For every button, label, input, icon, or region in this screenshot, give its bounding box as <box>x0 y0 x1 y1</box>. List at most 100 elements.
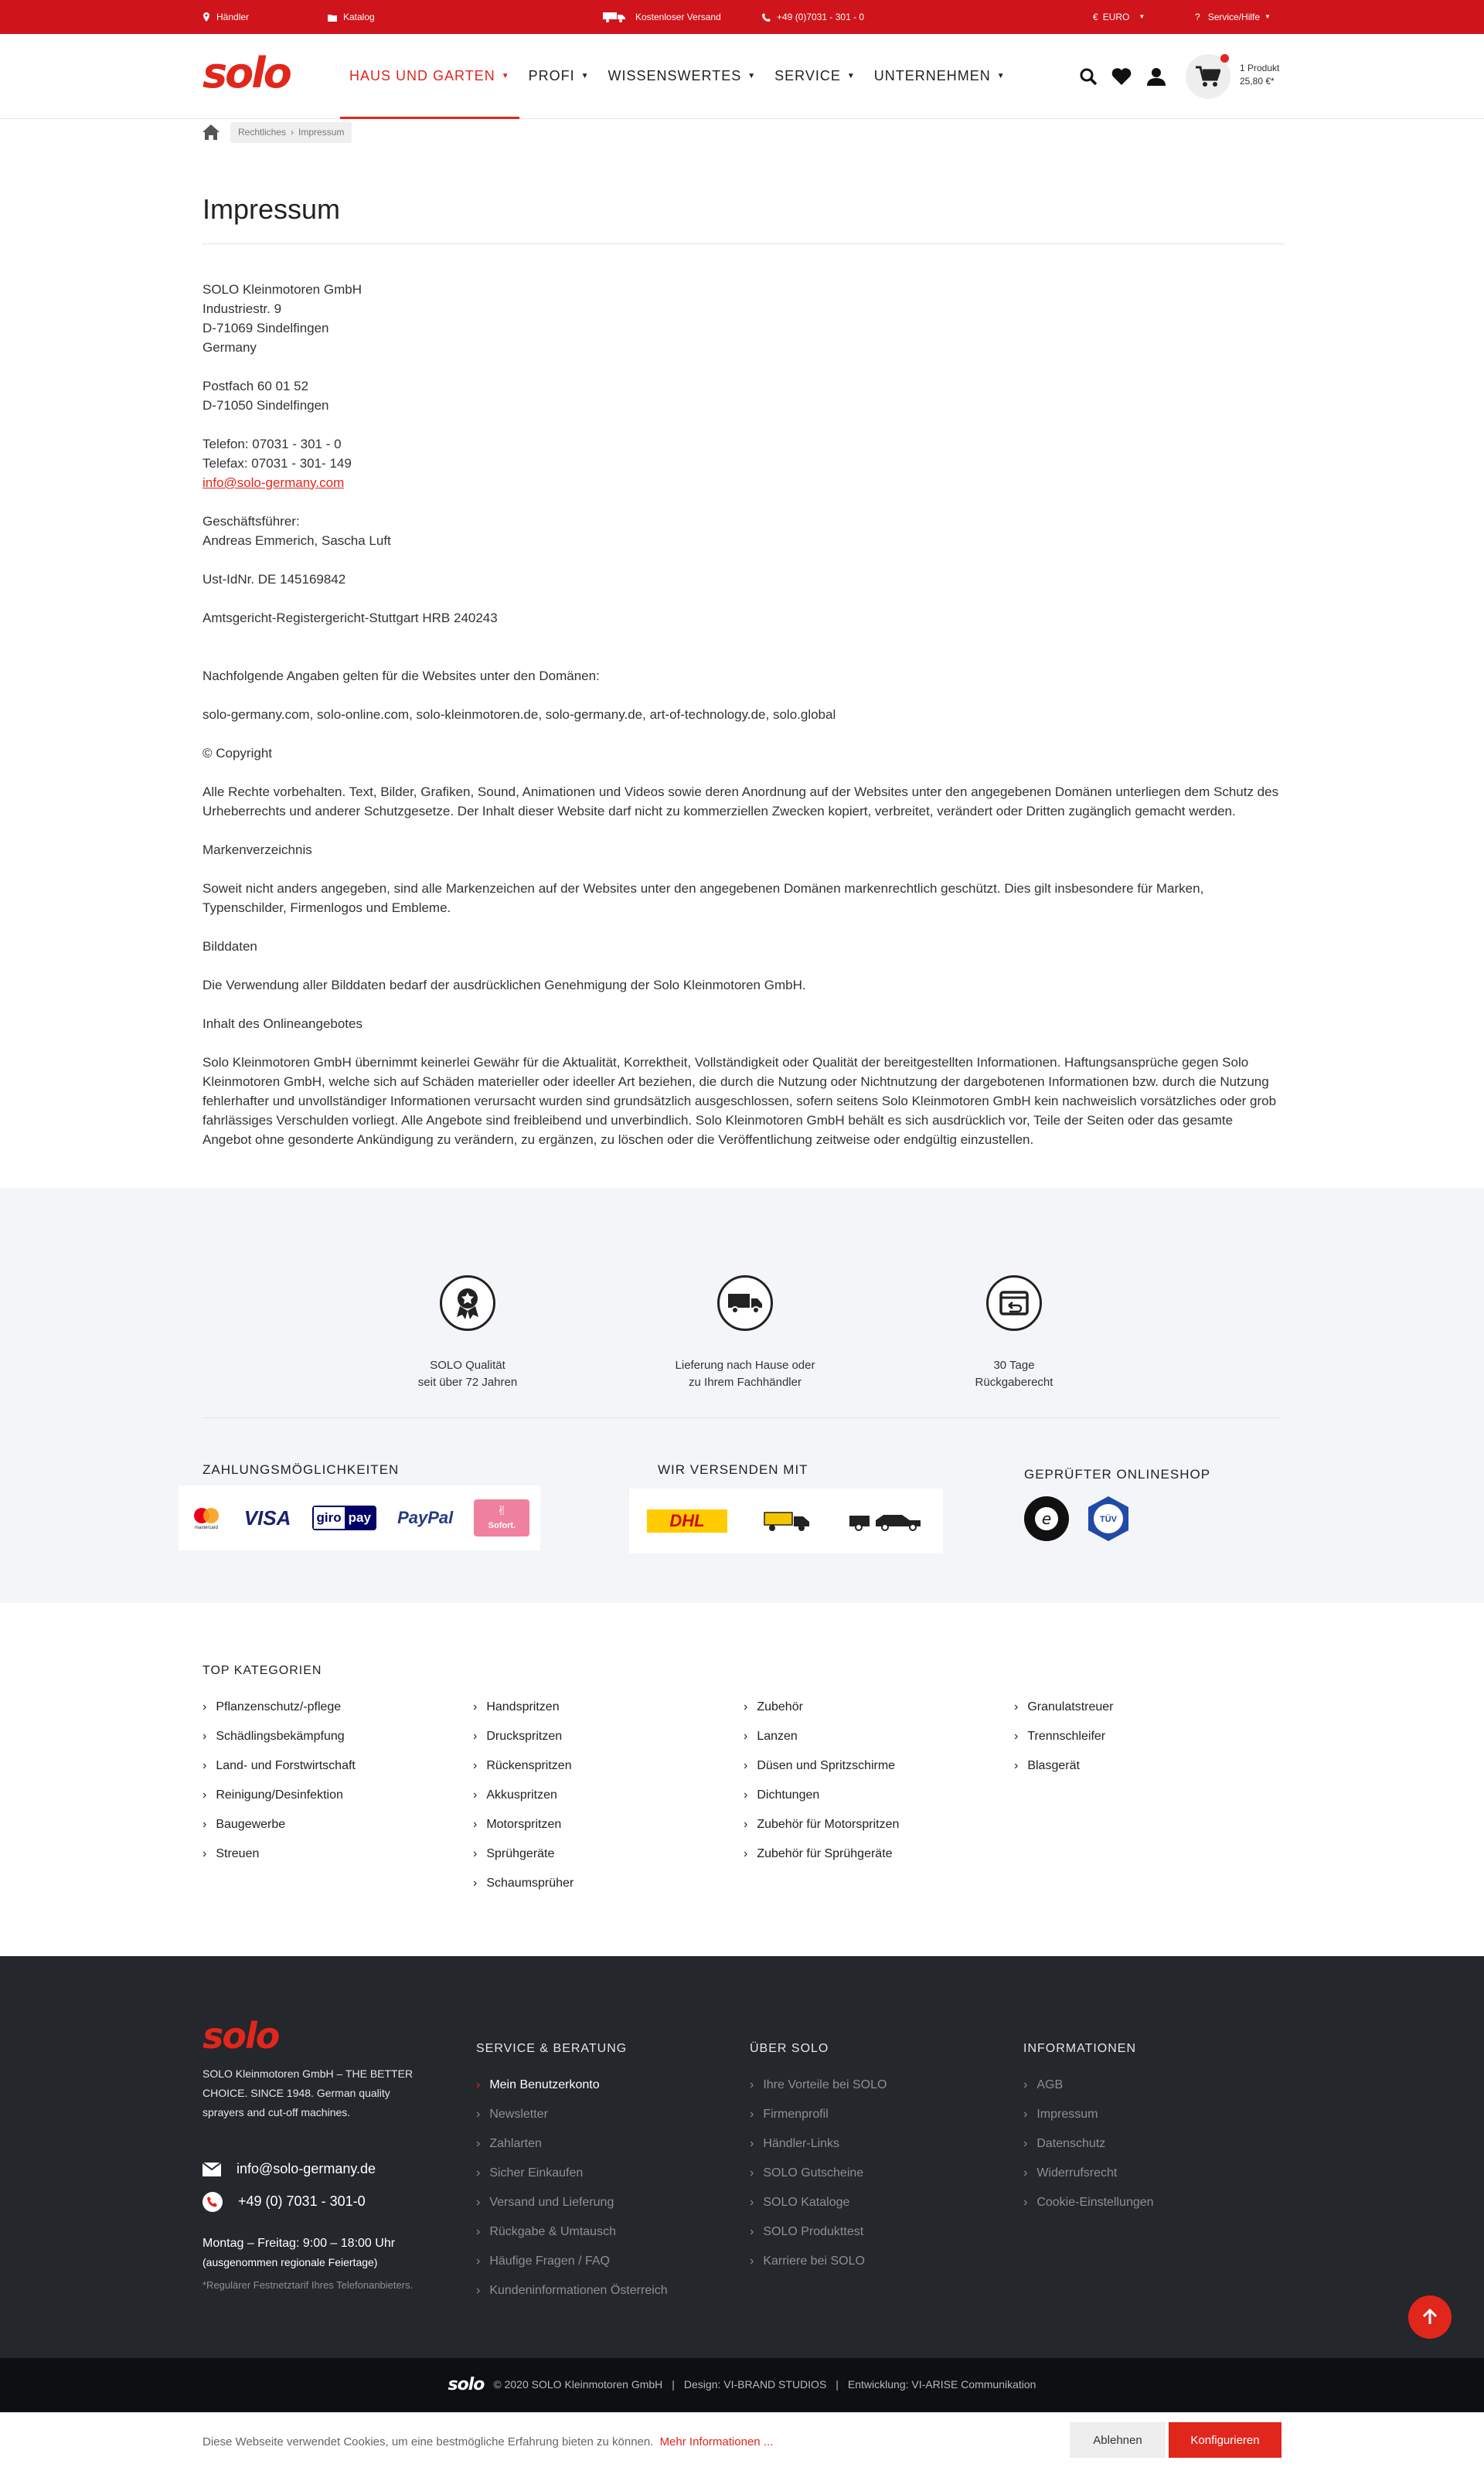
cookie-more-info-link[interactable]: Mehr Informationen ... <box>660 2435 774 2448</box>
tuev-badge[interactable]: TÜV <box>1085 1495 1132 1543</box>
scroll-to-top-button[interactable] <box>1408 2295 1452 2339</box>
footer-link[interactable]: AGB <box>1023 2076 1154 2105</box>
nav-unternehmen[interactable]: Unternehmen ▼ <box>865 34 1015 119</box>
truck-icon <box>603 12 625 22</box>
footer-link[interactable]: SOLO Gutscheine <box>750 2164 887 2193</box>
cart-button[interactable] <box>1186 54 1230 99</box>
home-icon[interactable] <box>203 124 220 141</box>
category-link[interactable]: Streuen <box>203 1845 473 1874</box>
cookie-configure-button[interactable]: Konfigurieren <box>1169 2422 1281 2458</box>
footer-column-ueber-solo: Über SOLO Ihre Vorteile bei SOLO Firmenp… <box>750 2040 887 2282</box>
footer-link[interactable]: Mein Benutzerkonto <box>476 2076 668 2105</box>
chevron-right-icon: › <box>291 127 294 138</box>
nav-profi[interactable]: Profi ▼ <box>519 34 599 119</box>
category-link[interactable]: Zubehör <box>744 1698 1014 1727</box>
nav-label: Service <box>774 68 841 84</box>
footer-link[interactable]: Firmenprofil <box>750 2105 887 2135</box>
footer-link[interactable]: SOLO Kataloge <box>750 2193 887 2223</box>
company-address: SOLO Kleinmotoren GmbH Industriestr. 9 D… <box>203 281 362 355</box>
question-icon: ? <box>1195 11 1200 22</box>
nav-wissenswertes[interactable]: Wissenswertes ▼ <box>599 34 766 119</box>
category-link[interactable]: Lanzen <box>744 1727 1014 1757</box>
feature-delivery: Lieferung nach Hause oder zu Ihrem Fachh… <box>645 1275 846 1391</box>
email-link[interactable]: info@solo-germany.com <box>203 475 344 490</box>
design-credit[interactable]: Design: VI-BRAND STUDIOS <box>684 2377 826 2394</box>
domains-list: solo-germany.com, solo-online.com, solo-… <box>203 706 836 722</box>
bottom-logo: solo <box>448 2374 485 2394</box>
currency-selector[interactable]: € EURO ▼ <box>1093 0 1145 34</box>
category-link[interactable]: Schädlingsbekämpfung <box>203 1727 473 1757</box>
category-link[interactable]: Zubehör für Sprühgeräte <box>744 1845 1014 1874</box>
footer-phone[interactable]: +49 (0) 7031 - 301-0 <box>203 2191 366 2213</box>
category-link[interactable]: Dichtungen <box>744 1786 1014 1816</box>
dealer-link[interactable]: Händler <box>203 0 249 34</box>
free-shipping-info: Kostenloser Versand <box>603 0 721 34</box>
category-link[interactable]: Baugewerbe <box>203 1816 473 1845</box>
footer-link[interactable]: Datenschutz <box>1023 2135 1154 2164</box>
cart-total: 25,80 €* <box>1240 76 1275 87</box>
category-link[interactable]: Schaumsprüher <box>473 1874 744 1904</box>
vat-id: Ust-IdNr. DE 145169842 <box>203 571 346 587</box>
breadcrumb-impressum[interactable]: Impressum <box>298 125 344 140</box>
phone-circle-icon <box>203 2191 223 2212</box>
category-link[interactable]: Sprühgeräte <box>473 1845 744 1874</box>
footer-logo[interactable]: solo <box>203 2018 280 2054</box>
category-link[interactable]: Reinigung/Desinfektion <box>203 1786 473 1816</box>
euro-icon: € <box>1093 11 1098 22</box>
footer-link[interactable]: Karriere bei SOLO <box>750 2252 887 2282</box>
footer-link[interactable]: SOLO Produkttest <box>750 2223 887 2252</box>
category-link[interactable]: Düsen und Spritzschirme <box>744 1757 1014 1786</box>
footer-link[interactable]: Newsletter <box>476 2105 668 2135</box>
category-link[interactable]: Zubehör für Motorspritzen <box>744 1816 1014 1845</box>
breadcrumb-trail: Rechtliches › Impressum <box>230 122 352 143</box>
footer-link[interactable]: Cookie-Einstellungen <box>1023 2193 1153 2223</box>
footer-link[interactable]: Widerrufsrecht <box>1023 2164 1154 2193</box>
footer-column-title: Über SOLO <box>750 2042 829 2055</box>
account-button[interactable] <box>1147 34 1166 119</box>
cookie-decline-button[interactable]: Ablehnen <box>1070 2422 1166 2458</box>
solo-logo[interactable]: solo <box>203 53 292 94</box>
footer-link[interactable]: Impressum <box>1023 2105 1154 2135</box>
category-link[interactable]: Rückenspritzen <box>473 1757 744 1786</box>
category-link[interactable]: Handspritzen <box>473 1698 744 1727</box>
phone-link[interactable]: +49 (0)7031 - 301 - 0 <box>762 0 864 34</box>
nav-label: Wissenswertes <box>608 68 742 84</box>
wishlist-button[interactable] <box>1111 34 1132 119</box>
footer-link[interactable]: Sicher Einkaufen <box>476 2164 668 2193</box>
verified-shop-title: Geprüfter Onlineshop <box>1024 1467 1211 1482</box>
copyright: © 2020 SOLO Kleinmotoren GmbH <box>493 2378 663 2391</box>
footer-link[interactable]: Häufige Fragen / FAQ <box>476 2252 668 2282</box>
category-link[interactable]: Blasgerät <box>1014 1757 1285 1786</box>
footer-email[interactable]: info@solo-germany.de <box>203 2159 376 2180</box>
nav-service[interactable]: Service ▼ <box>765 34 865 119</box>
catalog-link[interactable]: Katalog <box>328 0 375 34</box>
imprint-text: SOLO Kleinmotoren GmbH Industriestr. 9 D… <box>203 280 1285 1149</box>
category-link[interactable]: Land- und Forstwirtschaft <box>203 1757 473 1786</box>
footer-link[interactable]: Ihre Vorteile bei SOLO <box>750 2076 887 2105</box>
category-link[interactable]: Druckspritzen <box>473 1727 744 1757</box>
category-link[interactable]: Granulatstreuer <box>1014 1698 1285 1727</box>
peace-hand-icon: ✌ <box>496 1505 508 1519</box>
trademark-text: Soweit nicht anders angegeben, sind alle… <box>203 880 1204 915</box>
footer-link[interactable]: Händler-Links <box>750 2135 887 2164</box>
freight-truck-icon <box>764 1512 809 1531</box>
dev-credit[interactable]: Entwicklung: VI-ARISE Communikation <box>848 2377 1036 2394</box>
footer-link[interactable]: Versand und Lieferung <box>476 2193 668 2223</box>
tariff-note: *Regulärer Festnetztarif Ihres Telefonan… <box>203 2279 414 2291</box>
search-button[interactable] <box>1079 34 1098 119</box>
category-link[interactable]: Pflanzenschutz/-pflege <box>203 1698 473 1727</box>
cart-summary[interactable]: 1 Produkt 25,80 €* <box>1240 62 1279 89</box>
footer-link[interactable]: Zahlarten <box>476 2135 668 2164</box>
cart-icon <box>1196 66 1220 87</box>
footer-link[interactable]: Rückgabe & Umtausch <box>476 2223 668 2252</box>
breadcrumb-rechtliches[interactable]: Rechtliches <box>238 125 286 140</box>
nav-haus-und-garten[interactable]: Haus und Garten ▼ <box>340 34 519 119</box>
footer-phone-text: +49 (0) 7031 - 301-0 <box>238 2193 366 2209</box>
service-help-menu[interactable]: ? Service/Hilfe ▼ <box>1195 0 1271 34</box>
cart-count: 1 Produkt <box>1240 63 1280 73</box>
category-link[interactable]: Motorspritzen <box>473 1816 744 1845</box>
footer-link[interactable]: Kundeninformationen Österreich <box>476 2282 667 2311</box>
category-link[interactable]: Akkuspritzen <box>473 1786 744 1816</box>
trusted-shops-badge[interactable]: e <box>1024 1496 1069 1541</box>
category-link[interactable]: Trennschleifer <box>1014 1727 1285 1757</box>
